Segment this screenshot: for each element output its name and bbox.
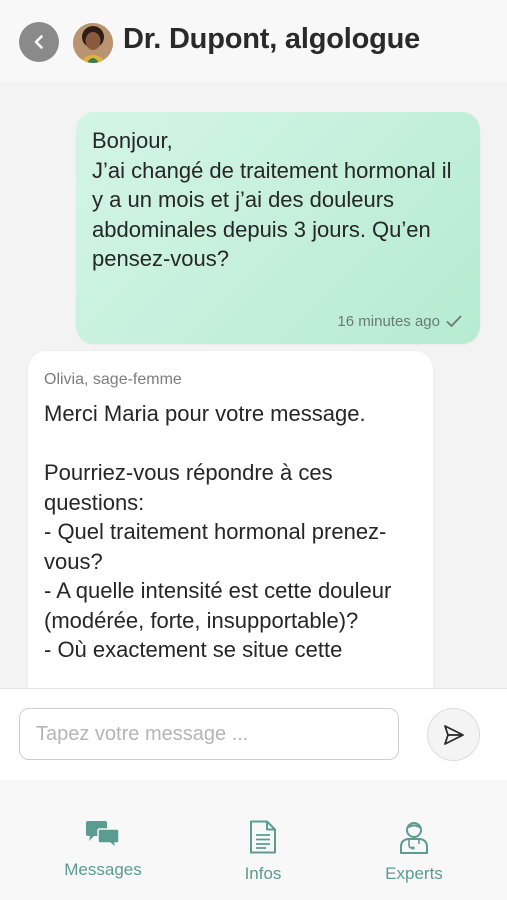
back-button[interactable] — [19, 22, 59, 62]
doctor-icon — [400, 822, 428, 854]
received-message[interactable]: Olivia, sage-femme Merci Maria pour votr… — [28, 351, 433, 688]
document-icon — [250, 820, 276, 854]
tab-label: Infos — [244, 864, 282, 883]
tab-bar: Messages Infos Experts — [0, 780, 507, 900]
tab-messages[interactable]: Messages — [43, 820, 163, 880]
send-button[interactable] — [427, 708, 480, 761]
message-list[interactable]: Bonjour, J’ai changé de traitement hormo… — [0, 82, 507, 688]
checkmark-icon — [446, 315, 462, 327]
chevron-left-icon — [34, 35, 43, 49]
message-text: Merci Maria pour votre message. Pourriez… — [44, 401, 392, 662]
sent-message[interactable]: Bonjour, J’ai changé de traitement hormo… — [76, 112, 480, 344]
avatar[interactable] — [73, 23, 113, 63]
message-meta: 16 minutes ago — [337, 313, 462, 330]
message-input[interactable] — [19, 708, 399, 760]
sender-name: Olivia, sage-femme — [44, 371, 182, 388]
send-icon — [443, 724, 464, 745]
tab-label: Messages — [64, 860, 142, 879]
page-title: Dr. Dupont, algologue — [123, 23, 421, 55]
header: Dr. Dupont, algologue — [0, 0, 507, 82]
chat-bubbles-icon — [86, 821, 120, 850]
composer — [0, 688, 507, 781]
message-timestamp: 16 minutes ago — [337, 313, 440, 330]
tab-label: Experts — [385, 864, 443, 883]
avatar-image — [73, 23, 113, 63]
tab-infos[interactable]: Infos — [203, 820, 323, 884]
message-text: Bonjour, J’ai changé de traitement hormo… — [92, 128, 452, 271]
tab-experts[interactable]: Experts — [354, 820, 474, 884]
